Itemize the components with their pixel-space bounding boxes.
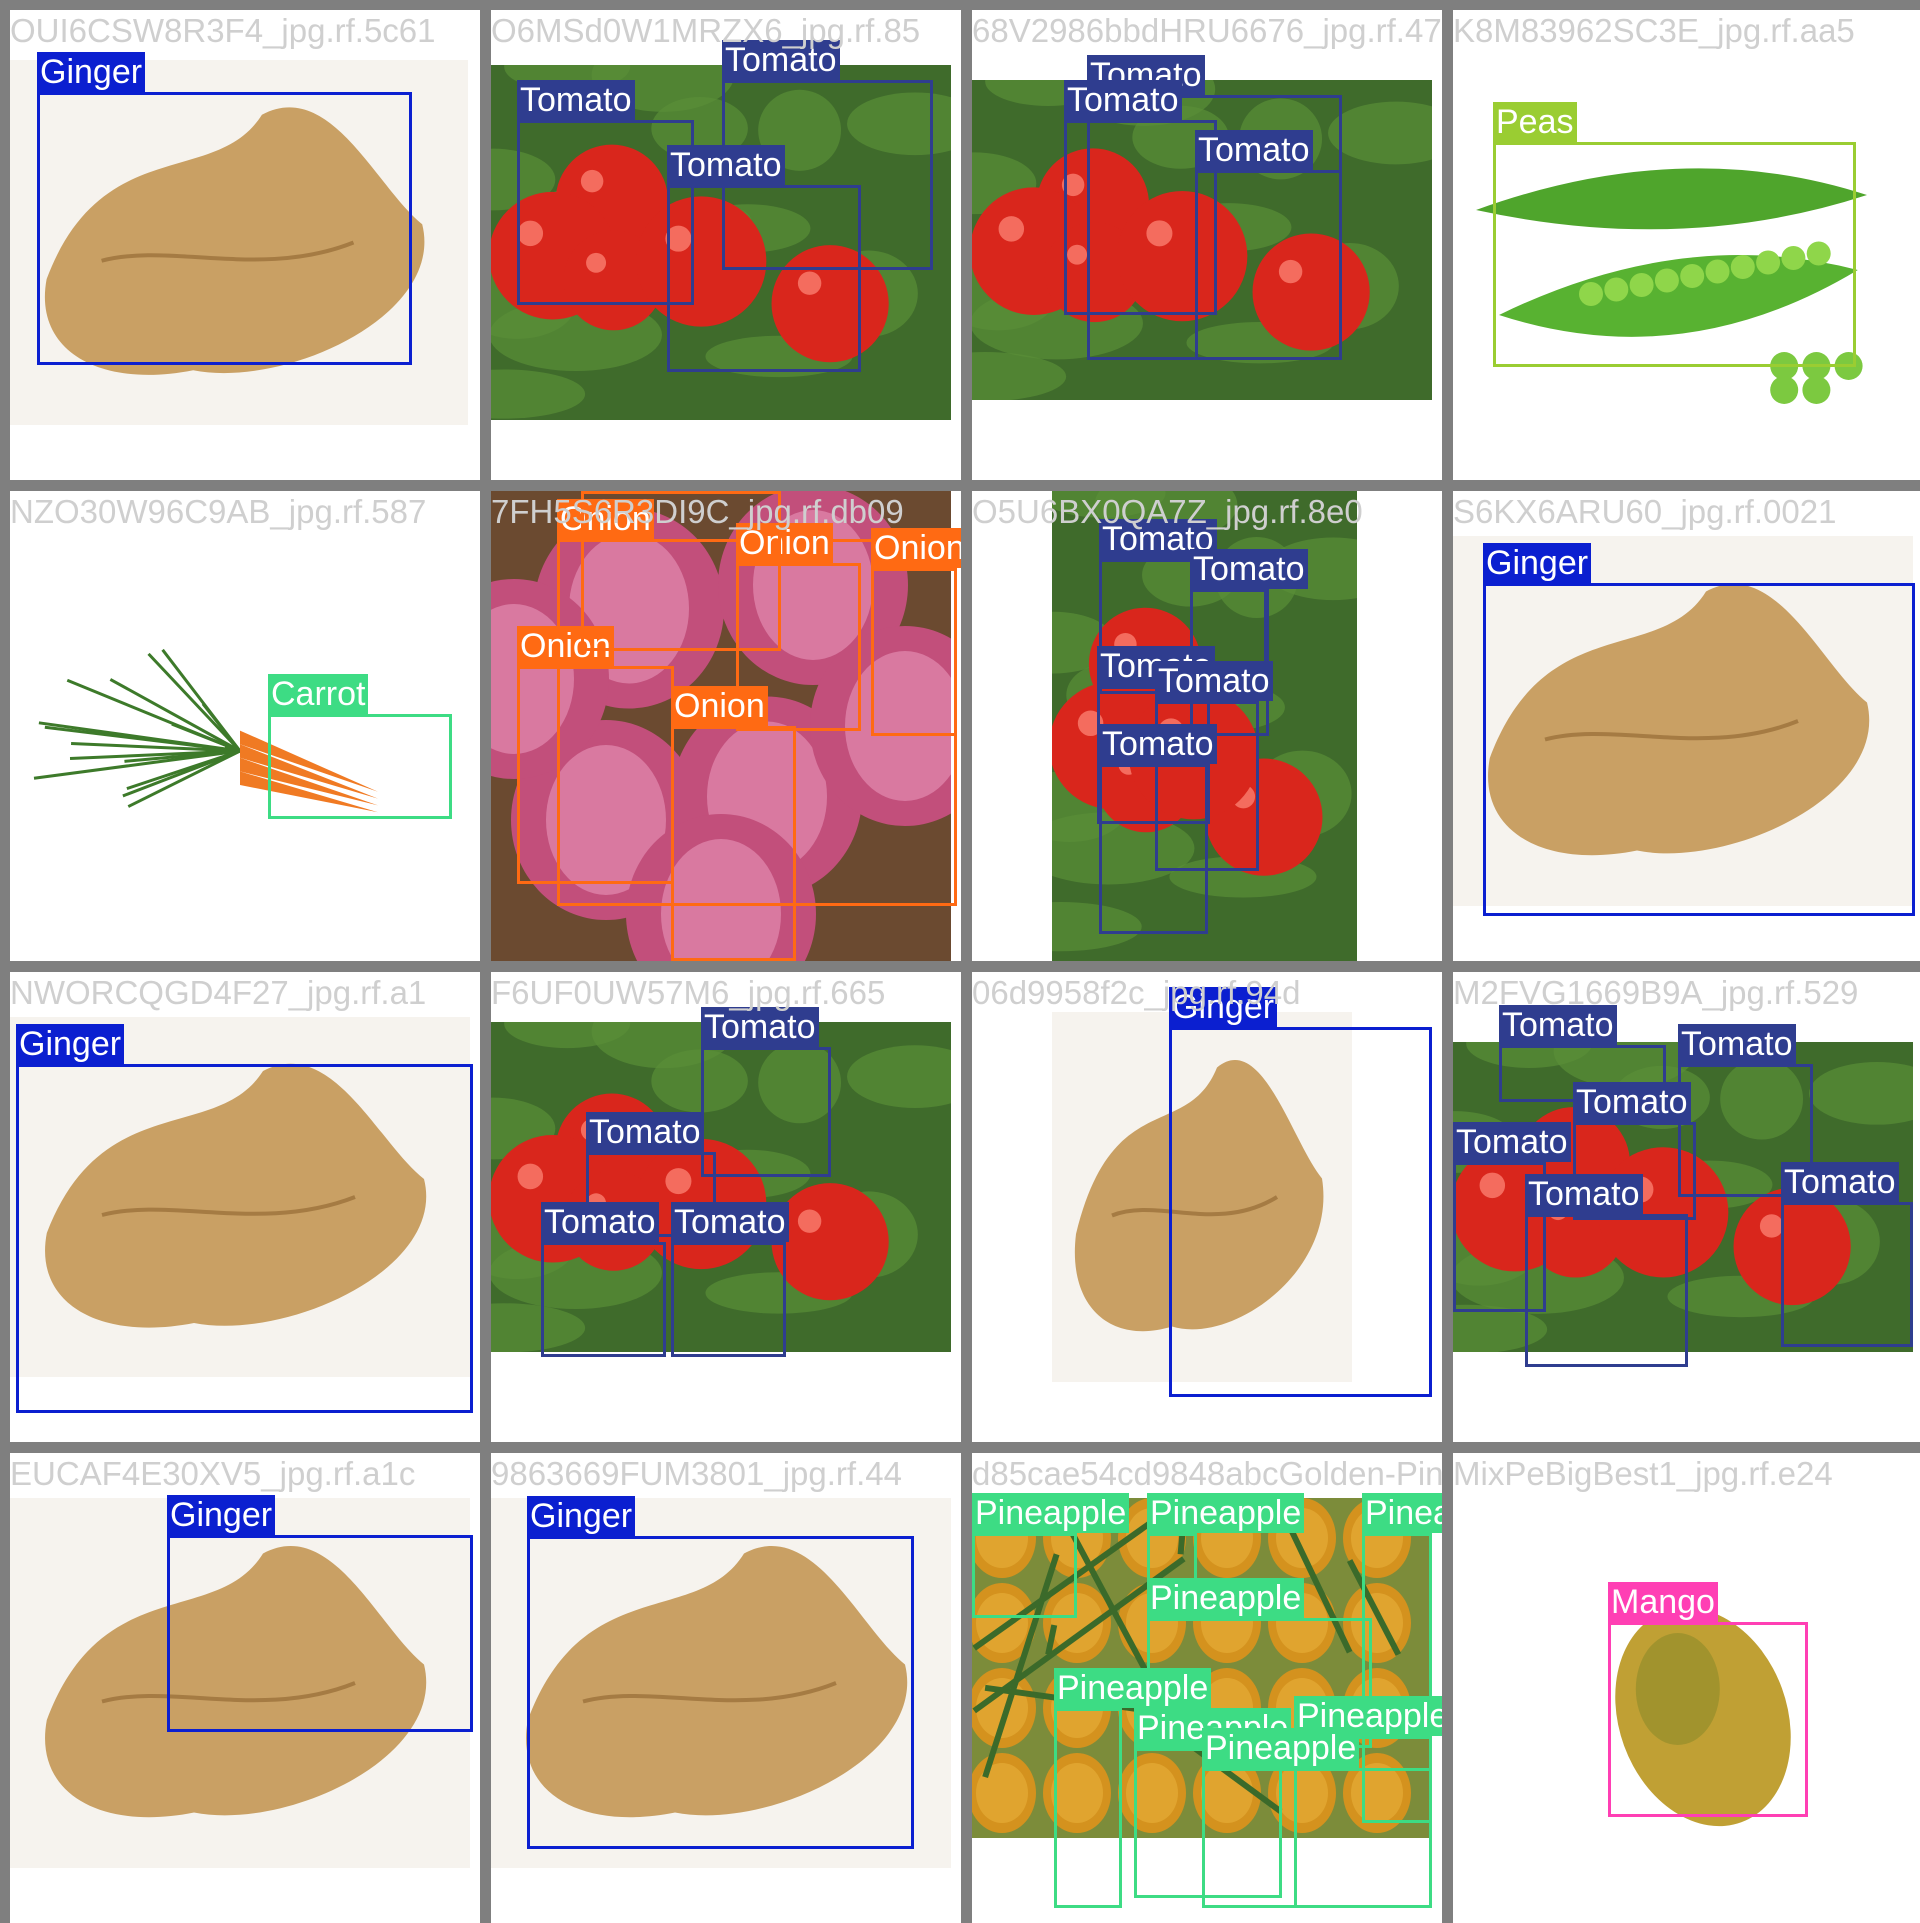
- box-label: Onion: [871, 528, 961, 568]
- box-label: Tomato: [701, 1007, 819, 1047]
- image-filename: F6UF0UW57M6_jpg.rf.665: [491, 974, 886, 1011]
- mosaic-tile: 7FH5S6R3DI9C_jpg.rf.db09 Onion Onion Onion O…: [491, 491, 961, 961]
- mosaic-tile: S6KX6ARU60_jpg.rf.0021 Ginger: [1453, 491, 1920, 961]
- mosaic-tile: F6UF0UW57M6_jpg.rf.665 Tomato Tomato Tomato…: [491, 972, 961, 1442]
- mosaic-tile: 68V2986bbdHRU6676_jpg.rf.474d Tomato Tomat…: [972, 10, 1442, 480]
- image-filename: S6KX6ARU60_jpg.rf.0021: [1453, 493, 1837, 530]
- mosaic-tile: K8M83962SC3E_jpg.rf.aa5 Peas: [1453, 10, 1920, 480]
- box-label: Ginger: [1169, 987, 1278, 1027]
- bounding-box: Ginger: [1483, 543, 1915, 916]
- bounding-box: Ginger: [167, 1495, 473, 1732]
- box-label: Tomato: [667, 145, 785, 185]
- box-label: Tomato: [586, 1112, 704, 1152]
- bounding-box: Pineapple: [972, 1493, 1130, 1618]
- mosaic-tile: 9863669FUM3801_jpg.rf.44 Ginger: [491, 1453, 961, 1923]
- box-label: Pineapple: [972, 1493, 1130, 1533]
- box-label: Pineapple: [1202, 1728, 1360, 1768]
- box-label: Tomato: [1099, 724, 1217, 764]
- box-label: Ginger: [16, 1024, 125, 1064]
- mosaic-tile: 06d9958f2c_jpg.rf.94d Ginger: [972, 972, 1442, 1442]
- bounding-box: Peas: [1493, 102, 1856, 367]
- box-label: Tomato: [1525, 1174, 1643, 1214]
- bounding-box: Onion: [871, 528, 961, 736]
- image-filename: O6MSd0W1MRZX6_jpg.rf.85: [491, 12, 921, 49]
- box-label: Ginger: [527, 1496, 636, 1536]
- box-label: Mango: [1608, 1582, 1718, 1622]
- box-label: Tomato: [541, 1202, 659, 1242]
- bounding-box: Mango: [1608, 1582, 1808, 1817]
- box-label: Pineapple: [1147, 1493, 1305, 1533]
- image-filename: K8M83962SC3E_jpg.rf.aa5: [1453, 12, 1855, 49]
- box-label: Tomato: [1155, 661, 1273, 701]
- box-label: Tomato: [1499, 1005, 1617, 1045]
- image-filename: MixPeBigBest1_jpg.rf.e24: [1453, 1455, 1833, 1492]
- box-label: Ginger: [167, 1495, 276, 1535]
- image-filename: NWORCQGD4F27_jpg.rf.a1: [10, 974, 427, 1011]
- image-filename: NZO30W96C9AB_jpg.rf.587: [10, 493, 427, 530]
- box-label: Pineapple: [1054, 1668, 1212, 1708]
- box-label: Tomato: [1453, 1122, 1571, 1162]
- box-label: Carrot: [268, 674, 369, 714]
- mosaic-tile: EUCAF4E30XV5_jpg.rf.a1c Ginger: [10, 1453, 480, 1923]
- image-filename: OUI6CSW8R3F4_jpg.rf.5c61: [10, 12, 436, 49]
- mosaic-tile: NWORCQGD4F27_jpg.rf.a1 Ginger: [10, 972, 480, 1442]
- bounding-box: Carrot: [268, 674, 452, 819]
- image-filename: d85cae54cd9848abcGolden-Pine: [972, 1455, 1442, 1492]
- bounding-box: Pineapple: [1202, 1728, 1432, 1908]
- bounding-box: Tomato: [1525, 1174, 1688, 1367]
- bounding-box: Ginger: [37, 52, 412, 365]
- bounding-box: Ginger: [1169, 987, 1432, 1397]
- box-label: Pineapple: [1147, 1578, 1305, 1618]
- box-label: Ginger: [37, 52, 146, 92]
- box-label: Peas: [1493, 102, 1577, 142]
- mosaic-tile: O6MSd0W1MRZX6_jpg.rf.85 Tomato Tomato Tomat…: [491, 10, 961, 480]
- box-label: Onion: [671, 686, 768, 726]
- mosaic-tile: MixPeBigBest1_jpg.rf.e24 Mango: [1453, 1453, 1920, 1923]
- image-filename: 68V2986bbdHRU6676_jpg.rf.474d: [972, 12, 1442, 49]
- bounding-box: Tomato: [541, 1202, 666, 1357]
- detection-mosaic-grid: OUI6CSW8R3F4_jpg.rf.5c61 Ginger O6MSd0W1MR…: [0, 0, 1920, 1923]
- box-label: Tomato: [1195, 130, 1313, 170]
- mosaic-tile: d85cae54cd9848abcGolden-Pine Pineapple Pin…: [972, 1453, 1442, 1923]
- box-label: Pineapple: [1362, 1493, 1442, 1533]
- box-label: Tomato: [517, 80, 635, 120]
- bounding-box: Ginger: [527, 1496, 914, 1849]
- box-label: Tomato: [1678, 1024, 1796, 1064]
- bounding-box: Tomato: [701, 1007, 831, 1177]
- box-label: Tomato: [1190, 549, 1308, 589]
- bounding-box: Onion: [671, 686, 796, 961]
- bounding-box: Tomato: [1099, 724, 1217, 934]
- image-filename: 9863669FUM3801_jpg.rf.44: [491, 1455, 902, 1492]
- bounding-box: Pineapple: [1054, 1668, 1212, 1908]
- box-label: Tomato: [722, 40, 840, 80]
- bounding-box: Tomato: [1781, 1162, 1913, 1347]
- bounding-box: Tomato: [671, 1202, 789, 1357]
- bounding-box: Onion: [517, 626, 674, 884]
- bounding-box: Ginger: [16, 1024, 473, 1413]
- box-label: Tomato: [1573, 1082, 1691, 1122]
- bounding-box: Tomato: [667, 145, 861, 372]
- box-label: Tomato: [1064, 80, 1182, 120]
- box-label: Tomato: [671, 1202, 789, 1242]
- mosaic-tile: OUI6CSW8R3F4_jpg.rf.5c61 Ginger: [10, 10, 480, 480]
- bounding-box: Onion: [581, 491, 781, 651]
- image-filename: EUCAF4E30XV5_jpg.rf.a1c: [10, 1455, 416, 1492]
- mosaic-tile: M2FVG1669B9A_jpg.rf.529 Tomato Tomato Tomat…: [1453, 972, 1920, 1442]
- box-label: Ginger: [1483, 543, 1592, 583]
- mosaic-tile: O5U6BX0QA7Z_jpg.rf.8e0 Tomato Tomato Tomato…: [972, 491, 1442, 961]
- mosaic-tile: NZO30W96C9AB_jpg.rf.587 Carrot: [10, 491, 480, 961]
- bounding-box: Tomato: [1195, 130, 1342, 360]
- box-label: Tomato: [1781, 1162, 1899, 1202]
